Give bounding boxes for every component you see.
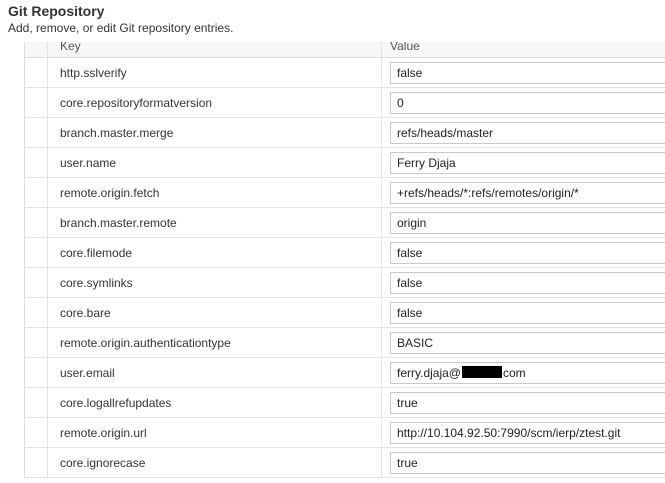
- entry-key: user.name: [48, 148, 382, 177]
- value-input[interactable]: http://10.104.92.50:7990/scm/ierp/ztest.…: [390, 422, 665, 444]
- entry-key: branch.master.merge: [48, 118, 382, 147]
- row-gutter: [24, 358, 48, 387]
- row-gutter: [24, 328, 48, 357]
- value-input[interactable]: origin: [390, 212, 665, 234]
- entry-value-cell: 0: [382, 88, 665, 117]
- row-gutter: [24, 238, 48, 267]
- entry-key: branch.master.remote: [48, 208, 382, 237]
- entry-value-cell: false: [382, 268, 665, 297]
- email-prefix: ferry.djaja@: [397, 366, 461, 380]
- table-row[interactable]: core.ignorecase true: [24, 448, 665, 478]
- entry-value-cell: Ferry Djaja: [382, 148, 665, 177]
- value-input[interactable]: Ferry Djaja: [390, 152, 665, 174]
- value-input[interactable]: true: [390, 392, 665, 414]
- value-input[interactable]: false: [390, 242, 665, 264]
- row-gutter: [24, 268, 48, 297]
- row-gutter: [24, 448, 48, 477]
- row-gutter: [24, 88, 48, 117]
- table-row[interactable]: user.email ferry.djaja@ com: [24, 358, 665, 388]
- entry-value-cell: true: [382, 388, 665, 417]
- table-row[interactable]: core.bare false: [24, 298, 665, 328]
- email-suffix: com: [502, 366, 526, 380]
- entry-key: core.logallrefupdates: [48, 388, 382, 417]
- table-row[interactable]: core.symlinks false: [24, 268, 665, 298]
- table-row[interactable]: branch.master.merge refs/heads/master: [24, 118, 665, 148]
- entry-value-cell: +refs/heads/*:refs/remotes/origin/*: [382, 178, 665, 207]
- value-input[interactable]: BASIC: [390, 332, 665, 354]
- value-input[interactable]: 0: [390, 92, 665, 114]
- redaction-mark: [461, 366, 502, 378]
- entry-key: core.filemode: [48, 238, 382, 267]
- value-input[interactable]: false: [390, 272, 665, 294]
- table-row[interactable]: user.name Ferry Djaja: [24, 148, 665, 178]
- row-gutter: [24, 208, 48, 237]
- entry-key: core.symlinks: [48, 268, 382, 297]
- table-row[interactable]: remote.origin.fetch +refs/heads/*:refs/r…: [24, 178, 665, 208]
- page-title: Git Repository: [8, 3, 105, 19]
- column-header-value-cell: Value: [382, 42, 665, 57]
- entry-key: core.ignorecase: [48, 448, 382, 477]
- entry-value-cell: true: [382, 448, 665, 477]
- table-row[interactable]: branch.master.remote origin: [24, 208, 665, 238]
- table-row[interactable]: core.logallrefupdates true: [24, 388, 665, 418]
- entry-value-cell: ferry.djaja@ com: [382, 358, 665, 387]
- entry-key: remote.origin.authenticationtype: [48, 328, 382, 357]
- value-input[interactable]: false: [390, 62, 665, 84]
- entry-value-cell: false: [382, 298, 665, 327]
- table-row[interactable]: core.repositoryformatversion 0: [24, 88, 665, 118]
- column-header-key[interactable]: Key: [48, 42, 382, 57]
- row-gutter: [24, 148, 48, 177]
- column-header-value[interactable]: Value: [390, 42, 420, 58]
- page-description: Add, remove, or edit Git repository entr…: [8, 21, 234, 35]
- table-row[interactable]: remote.origin.authenticationtype BASIC: [24, 328, 665, 358]
- page-header: Git Repository Add, remove, or edit Git …: [0, 0, 665, 42]
- row-gutter: [24, 118, 48, 147]
- entry-key: user.email: [48, 358, 382, 387]
- value-input[interactable]: refs/heads/master: [390, 122, 665, 144]
- entry-key: remote.origin.url: [48, 418, 382, 447]
- entry-value-cell: origin: [382, 208, 665, 237]
- value-input[interactable]: false: [390, 302, 665, 324]
- entry-key: remote.origin.fetch: [48, 178, 382, 207]
- value-input[interactable]: ferry.djaja@ com: [390, 362, 665, 384]
- row-gutter: [24, 58, 48, 87]
- entry-key: core.bare: [48, 298, 382, 327]
- table-row[interactable]: core.filemode false: [24, 238, 665, 268]
- table-row[interactable]: http.sslverify false: [24, 58, 665, 88]
- entry-key: core.repositoryformatversion: [48, 88, 382, 117]
- entry-value-cell: false: [382, 58, 665, 87]
- entry-value-cell: false: [382, 238, 665, 267]
- table-row[interactable]: remote.origin.url http://10.104.92.50:79…: [24, 418, 665, 448]
- entry-value-cell: refs/heads/master: [382, 118, 665, 147]
- value-input[interactable]: +refs/heads/*:refs/remotes/origin/*: [390, 182, 665, 204]
- row-gutter: [24, 178, 48, 207]
- row-gutter: [24, 388, 48, 417]
- entry-value-cell: http://10.104.92.50:7990/scm/ierp/ztest.…: [382, 418, 665, 447]
- git-config-table[interactable]: Key Value http.sslverify false core.repo…: [24, 42, 665, 483]
- row-gutter: [24, 42, 48, 57]
- value-input[interactable]: true: [390, 452, 665, 474]
- row-gutter: [24, 298, 48, 327]
- entry-key: http.sslverify: [48, 58, 382, 87]
- entry-value-cell: BASIC: [382, 328, 665, 357]
- row-gutter: [24, 418, 48, 447]
- table-header-row: Key Value: [24, 42, 665, 58]
